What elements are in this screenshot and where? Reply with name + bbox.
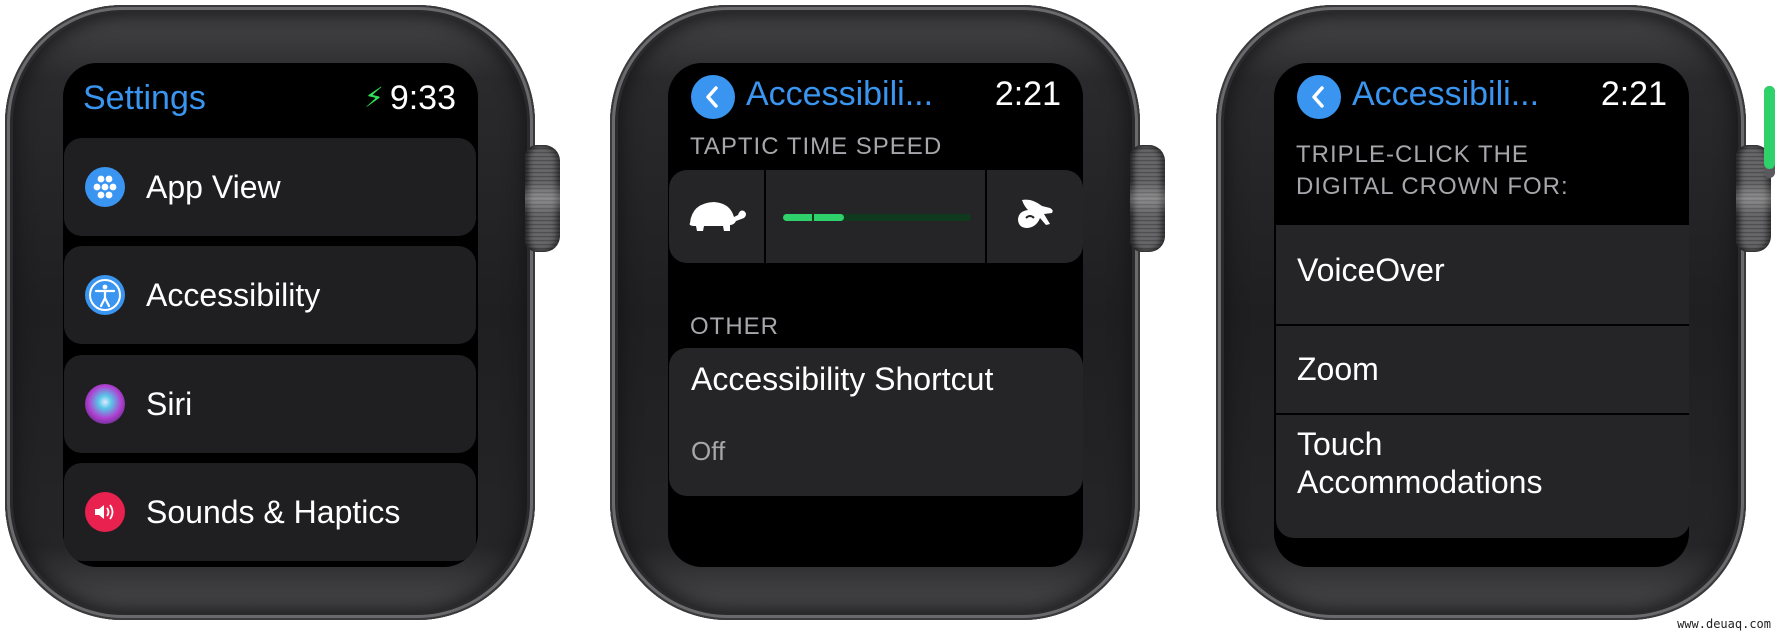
- option-voiceover[interactable]: VoiceOver: [1276, 225, 1689, 326]
- app-view-grid-icon: [85, 167, 125, 207]
- increase-speed-button[interactable]: [987, 170, 1083, 263]
- chevron-left-icon: [706, 86, 718, 108]
- settings-item-label: Accessibility: [146, 277, 321, 313]
- shortcut-options-list: VoiceOver Zoom Touch Accommodations: [1276, 225, 1689, 538]
- page-title[interactable]: Accessibili...: [746, 75, 933, 114]
- settings-item-label: Sounds & Haptics: [146, 494, 401, 530]
- accessibility-shortcut-item[interactable]: Accessibility Shortcut Off: [669, 348, 1083, 496]
- settings-item-sounds-haptics[interactable]: Sounds & Haptics: [64, 463, 476, 561]
- turtle-icon: [689, 202, 746, 231]
- header: Settings ⚡︎ 9:33: [63, 75, 478, 119]
- time-text: 9:33: [389, 79, 456, 117]
- rabbit-icon: [1018, 199, 1053, 228]
- speaker-icon: [85, 492, 125, 532]
- chevron-left-icon: [1312, 86, 1324, 108]
- settings-item-label: Siri: [146, 386, 193, 422]
- section-header-taptic-time-speed: TAPTIC TIME SPEED: [690, 133, 943, 160]
- slider-filled-segment: [783, 214, 813, 221]
- scroll-indicator[interactable]: [1764, 86, 1775, 178]
- shortcut-value: Off: [691, 436, 726, 466]
- clock: ⚡︎ 9:33: [364, 79, 456, 118]
- digital-crown[interactable]: [1130, 145, 1165, 252]
- settings-item-label: App View: [146, 169, 281, 205]
- option-label: VoiceOver: [1297, 252, 1445, 288]
- slider-filled-segment: [814, 214, 844, 221]
- watch-screen: Settings ⚡︎9:33 App View Accessibility: [63, 63, 478, 567]
- option-label: Touch Accommodations: [1297, 426, 1543, 500]
- taptic-speed-slider[interactable]: [669, 170, 1083, 263]
- watch-screen: Accessibili... 2:21 TAPTIC TIME SPEED OT…: [668, 63, 1083, 567]
- watch-triple-click: Accessibili... 2:21 TRIPLE-CLICK THE DIG…: [1216, 5, 1775, 620]
- bolt-icon: ⚡︎: [364, 82, 384, 113]
- back-button[interactable]: [1297, 75, 1341, 119]
- section-header-triple-click: TRIPLE-CLICK THE DIGITAL CROWN FOR:: [1296, 141, 1569, 200]
- section-header-other: OTHER: [690, 313, 779, 340]
- settings-item-app-view[interactable]: App View: [64, 138, 476, 236]
- watermark: www.deuaq.com: [1677, 617, 1771, 631]
- option-label: Zoom: [1297, 351, 1379, 387]
- option-touch-accommodations[interactable]: Touch Accommodations: [1276, 415, 1689, 538]
- clock: 2:21: [994, 75, 1061, 113]
- digital-crown[interactable]: [525, 145, 560, 252]
- page-title[interactable]: Accessibili...: [1352, 75, 1539, 114]
- watch-screen: Accessibili... 2:21 TRIPLE-CLICK THE DIG…: [1274, 63, 1689, 567]
- siri-icon: [85, 384, 125, 424]
- watch-taptic-time: Accessibili... 2:21 TAPTIC TIME SPEED OT…: [610, 5, 1165, 620]
- watch-settings: Settings ⚡︎9:33 App View Accessibility: [5, 5, 560, 620]
- shortcut-title: Accessibility Shortcut: [691, 361, 994, 397]
- page-title: Settings: [83, 79, 206, 117]
- settings-item-accessibility[interactable]: Accessibility: [64, 246, 476, 344]
- option-zoom[interactable]: Zoom: [1276, 326, 1689, 415]
- divider: [764, 170, 766, 263]
- scroll-indicator-thumb: [1764, 86, 1775, 169]
- settings-item-siri[interactable]: Siri: [64, 355, 476, 453]
- back-button[interactable]: [691, 75, 735, 119]
- slider-track[interactable]: [783, 214, 971, 221]
- clock: 2:21: [1600, 75, 1667, 113]
- decrease-speed-button[interactable]: [669, 170, 764, 263]
- accessibility-icon: [85, 275, 125, 315]
